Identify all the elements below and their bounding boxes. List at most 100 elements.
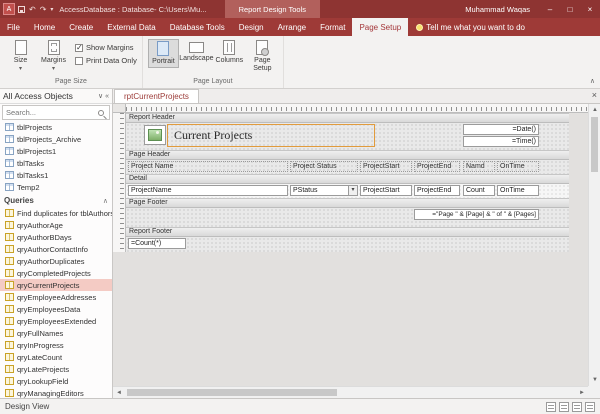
section-bar-page-footer[interactable]: Page Footer — [126, 198, 569, 208]
report-footer-band[interactable]: =Count(*) — [126, 237, 569, 252]
nav-item-query[interactable]: qryInProgress — [0, 339, 112, 351]
page-setup-button[interactable]: Page Setup — [247, 39, 278, 74]
undo-icon[interactable]: ↶ — [29, 5, 36, 14]
column-header-label[interactable]: Project Status — [290, 161, 358, 172]
column-header-label[interactable]: OnTime — [497, 161, 539, 172]
column-header-label[interactable]: ProjectStart — [360, 161, 412, 172]
projectname-textbox[interactable]: ProjectName — [128, 185, 288, 196]
column-header-label[interactable]: Namd — [463, 161, 495, 172]
size-button[interactable]: Size ▾ — [5, 39, 36, 74]
margins-button[interactable]: Margins ▾ — [38, 39, 69, 74]
horizontal-scrollbar[interactable]: ◄ ► — [113, 386, 588, 398]
nav-menu-icon[interactable]: ∨ — [98, 92, 103, 100]
report-title-label[interactable]: Current Projects — [167, 124, 375, 147]
tab-create[interactable]: Create — [62, 18, 100, 36]
user-name[interactable]: Muhammad Waqas — [465, 5, 530, 14]
nav-item-table[interactable]: tblTasks — [0, 157, 112, 169]
close-button[interactable]: × — [580, 0, 600, 18]
nav-item-table[interactable]: tblProjects — [0, 121, 112, 133]
horizontal-scroll-thumb[interactable] — [127, 389, 337, 396]
pstatus-combobox[interactable]: PStatus ▾ — [290, 185, 358, 196]
section-bar-detail[interactable]: Detail — [126, 174, 569, 184]
landscape-button[interactable]: Landscape — [181, 39, 212, 64]
report-view-icon[interactable] — [546, 402, 556, 412]
scroll-up-icon[interactable]: ▲ — [589, 104, 600, 116]
print-preview-icon[interactable] — [559, 402, 569, 412]
nav-item-query[interactable]: qryAuthorDuplicates — [0, 255, 112, 267]
nav-item-table[interactable]: tblProjects1 — [0, 145, 112, 157]
tab-database-tools[interactable]: Database Tools — [163, 18, 232, 36]
tab-page-setup[interactable]: Page Setup — [352, 18, 408, 36]
maximize-button[interactable]: □ — [560, 0, 580, 18]
horizontal-ruler[interactable] — [126, 104, 588, 113]
column-header-label[interactable]: Project Name — [128, 161, 288, 172]
portrait-button[interactable]: Portrait — [148, 39, 179, 68]
redo-icon[interactable]: ↷ — [40, 5, 47, 14]
projectend-textbox[interactable]: ProjectEnd — [414, 185, 460, 196]
section-bar-page-header[interactable]: Page Header — [126, 150, 569, 160]
nav-item-query[interactable]: qryLateCount — [0, 351, 112, 363]
nav-item-query[interactable]: qryEmployeesData — [0, 303, 112, 315]
tell-me-box[interactable]: Tell me what you want to do — [408, 18, 533, 36]
tab-file[interactable]: File — [0, 18, 27, 36]
tab-home[interactable]: Home — [27, 18, 62, 36]
page-header-band[interactable]: Project Name Project Status ProjectStart… — [126, 160, 569, 174]
nav-item-query[interactable]: qryFullNames — [0, 327, 112, 339]
nav-pane-header[interactable]: All Access Objects ∨ « — [0, 89, 112, 104]
report-header-band[interactable]: Current Projects =Date() =Time() — [126, 123, 569, 150]
nav-item-table[interactable]: Temp2 — [0, 181, 112, 193]
count-expression-textbox[interactable]: =Count(*) — [128, 238, 186, 249]
shutter-bar-icon[interactable]: « — [105, 93, 109, 100]
vertical-scrollbar[interactable]: ▲ ▼ — [588, 104, 600, 386]
nav-item-query-selected[interactable]: qryCurrentProjects — [0, 279, 112, 291]
save-icon[interactable] — [18, 6, 25, 13]
count-textbox[interactable]: Count — [463, 185, 495, 196]
margins-icon — [48, 40, 60, 55]
show-margins-checkbox[interactable]: Show Margins — [75, 43, 137, 52]
nav-item-query[interactable]: qryAuthorAge — [0, 219, 112, 231]
search-icon[interactable] — [98, 110, 104, 116]
search-input[interactable] — [3, 108, 98, 117]
combobox-dropdown-icon[interactable]: ▾ — [348, 186, 357, 195]
nav-item-query[interactable]: qryLookupField — [0, 375, 112, 387]
nav-group-queries[interactable]: Queries ∧ — [0, 194, 112, 207]
ruler-origin[interactable] — [113, 104, 126, 113]
scroll-down-icon[interactable]: ▼ — [589, 374, 600, 386]
vertical-ruler[interactable] — [113, 113, 126, 252]
ontime-textbox[interactable]: OnTime — [497, 185, 539, 196]
nav-item-table[interactable]: tblProjects_Archive — [0, 133, 112, 145]
layout-view-icon[interactable] — [572, 402, 582, 412]
nav-item-query[interactable]: qryManagingEditors — [0, 387, 112, 398]
nav-item-query[interactable]: qryCompletedProjects — [0, 267, 112, 279]
page-footer-band[interactable]: ="Page " & [Page] & " of " & [Pages] — [126, 208, 569, 227]
nav-item-query[interactable]: qryLateProjects — [0, 363, 112, 375]
nav-item-query[interactable]: Find duplicates for tblAuthors — [0, 207, 112, 219]
nav-item-query[interactable]: qryAuthorBDays — [0, 231, 112, 243]
design-view-icon[interactable] — [585, 402, 595, 412]
collapse-ribbon-icon[interactable]: ∧ — [590, 77, 595, 85]
date-textbox[interactable]: =Date() — [463, 124, 539, 135]
page-number-textbox[interactable]: ="Page " & [Page] & " of " & [Pages] — [414, 209, 539, 220]
nav-item-table[interactable]: tblTasks1 — [0, 169, 112, 181]
nav-item-query[interactable]: qryAuthorContactInfo — [0, 243, 112, 255]
minimize-button[interactable]: – — [540, 0, 560, 18]
print-data-only-checkbox[interactable]: Print Data Only — [75, 56, 137, 65]
nav-item-query[interactable]: qryEmployeeAddresses — [0, 291, 112, 303]
vertical-scroll-thumb[interactable] — [591, 117, 598, 172]
column-header-label[interactable]: ProjectEnd — [414, 161, 460, 172]
tab-arrange[interactable]: Arrange — [271, 18, 313, 36]
detail-band[interactable]: ProjectName PStatus ▾ ProjectStart Proje… — [126, 184, 569, 198]
projectstart-textbox[interactable]: ProjectStart — [360, 185, 412, 196]
qat-customize-icon[interactable]: ▾ — [50, 6, 53, 13]
section-bar-report-header[interactable]: Report Header — [126, 113, 569, 123]
nav-item-query[interactable]: qryEmployeesExtended — [0, 315, 112, 327]
logo-image-control[interactable] — [144, 125, 166, 145]
time-textbox[interactable]: =Time() — [463, 136, 539, 147]
tab-design[interactable]: Design — [232, 18, 271, 36]
tab-external-data[interactable]: External Data — [100, 18, 162, 36]
document-tab[interactable]: rptCurrentProjects — [114, 89, 199, 103]
close-document-icon[interactable]: × — [592, 90, 597, 100]
tab-format[interactable]: Format — [313, 18, 352, 36]
columns-button[interactable]: Columns — [214, 39, 245, 66]
section-bar-report-footer[interactable]: Report Footer — [126, 227, 569, 237]
